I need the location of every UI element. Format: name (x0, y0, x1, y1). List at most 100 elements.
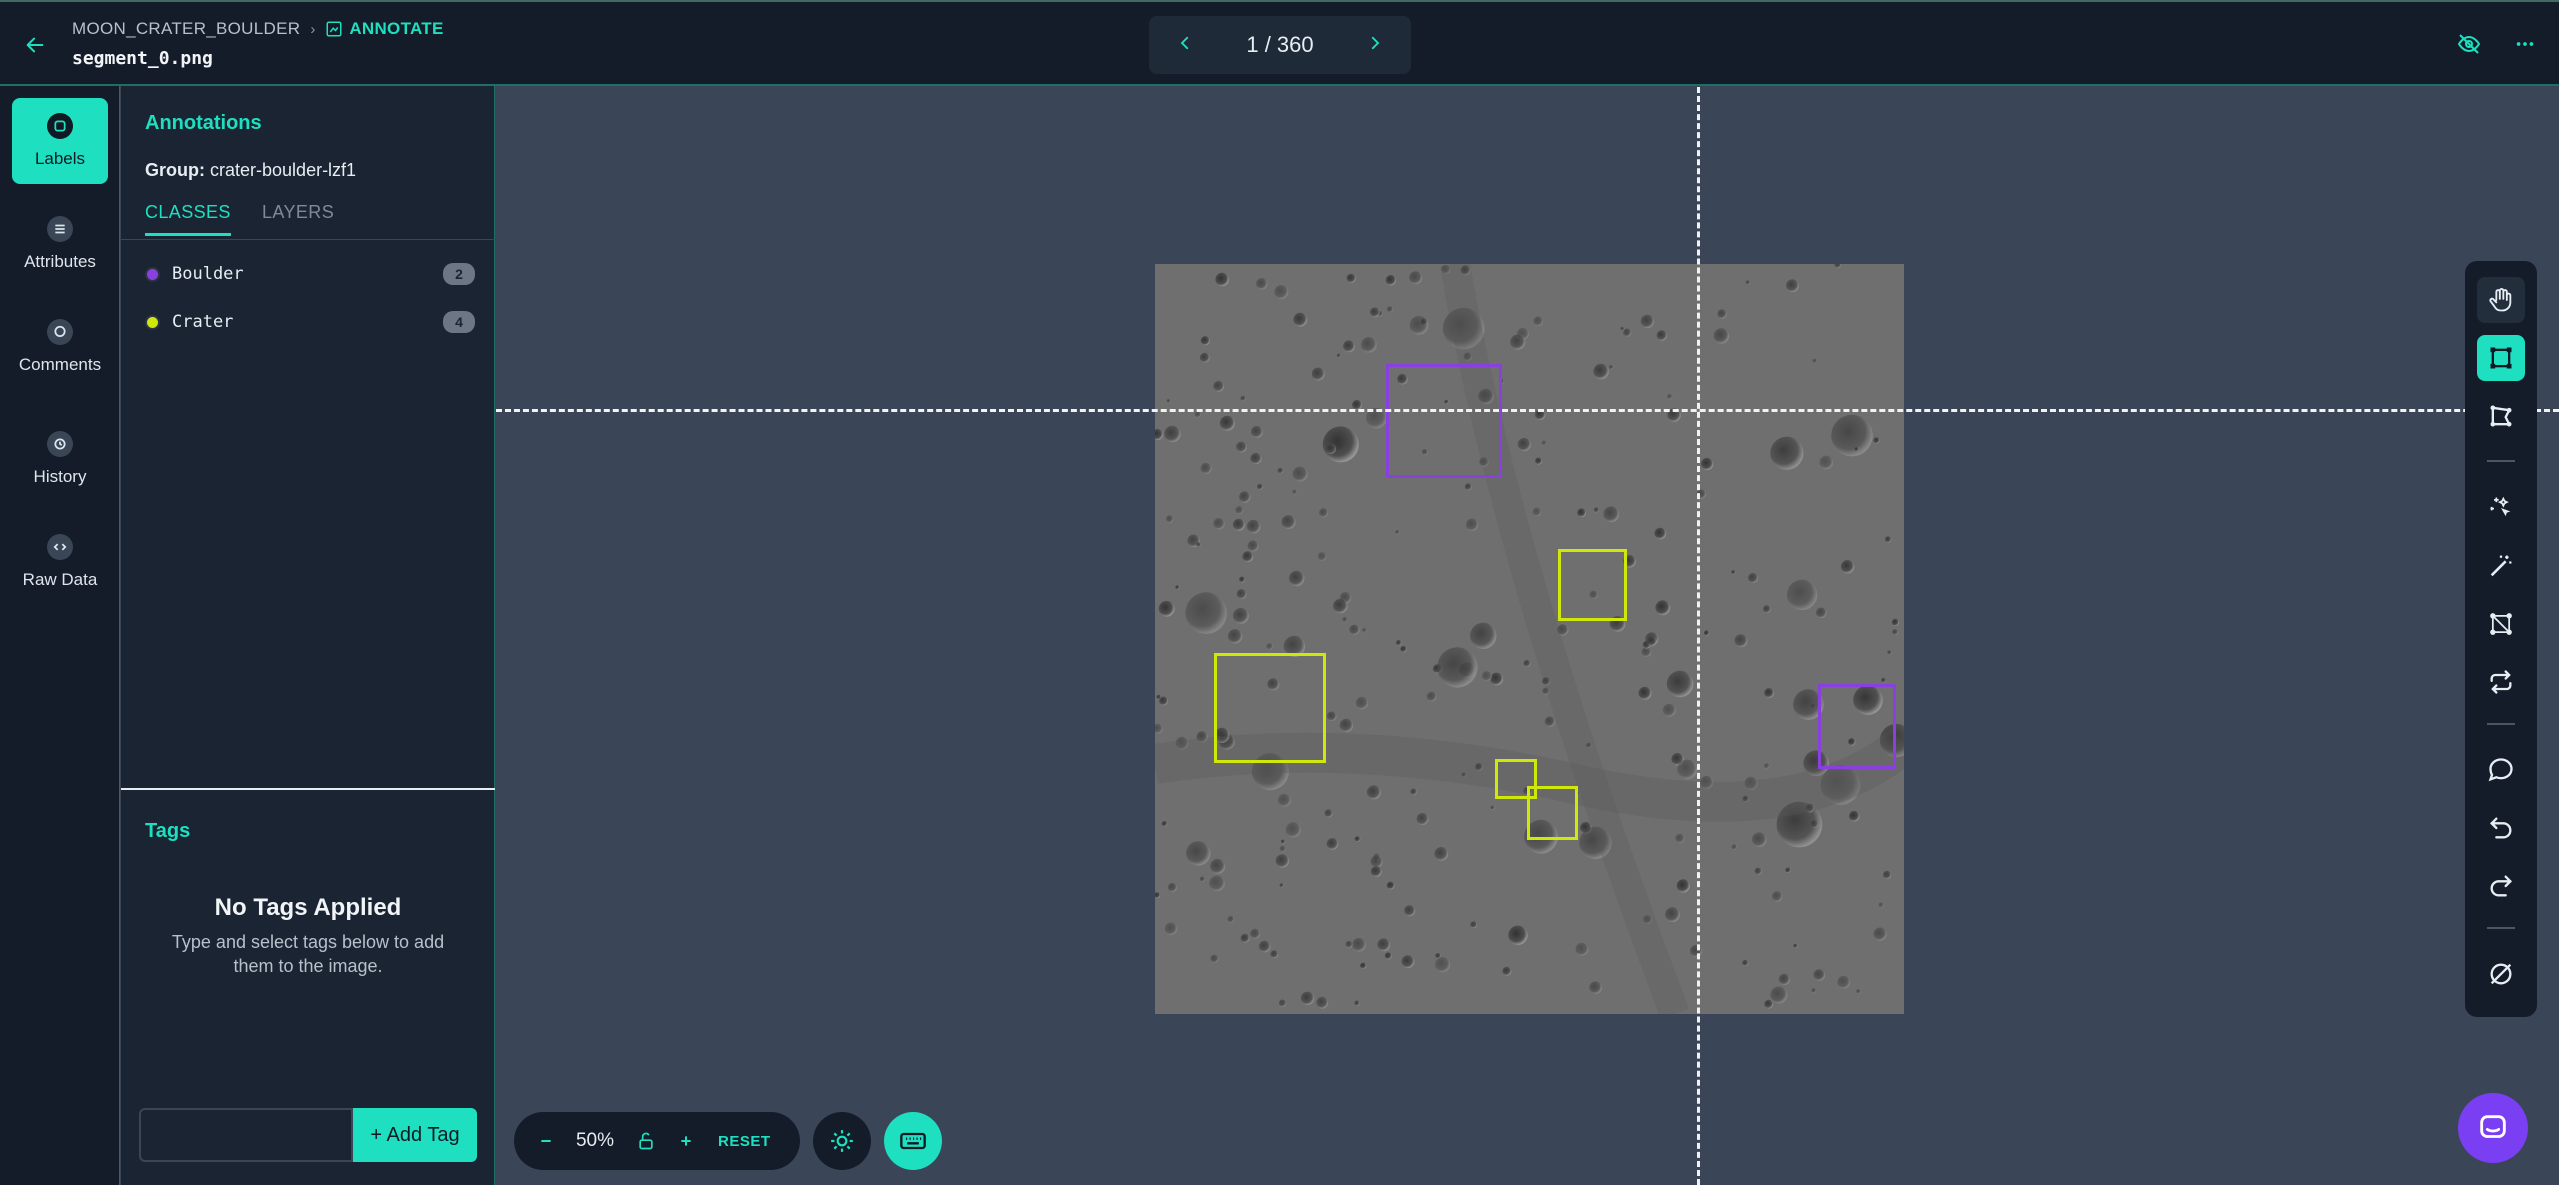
class-color-dot (145, 314, 160, 330)
null-icon (2490, 963, 2512, 985)
tag-input[interactable] (139, 1108, 353, 1162)
repeat-icon (2490, 670, 2512, 694)
hide-annotations-button[interactable] (2455, 30, 2483, 58)
tab-layers[interactable]: LAYERS (262, 202, 334, 233)
eye-off-icon (2457, 34, 2481, 54)
null-annotation-button[interactable] (2477, 951, 2525, 997)
top-header: MOON_CRATER_BOULDER › ANNOTATE segment_0… (0, 0, 2559, 86)
crater-texture-spot (1435, 957, 1451, 973)
bbox-crater[interactable] (1527, 786, 1578, 840)
zoom-level: 50% (575, 1130, 615, 1151)
crater-texture-spot (1470, 921, 1478, 929)
comment-icon (2488, 758, 2513, 782)
smart-select-tool-button[interactable] (2477, 485, 2525, 531)
comment-tool-button[interactable] (2477, 747, 2525, 793)
redo-button[interactable] (2477, 863, 2525, 909)
crater-texture-spot (1508, 925, 1528, 945)
undo-button[interactable] (2477, 805, 2525, 851)
lunar-surface-image[interactable] (1155, 264, 1904, 1014)
crater-texture-spot (1873, 437, 1880, 444)
crater-texture-spot (1240, 933, 1250, 943)
rail-item-comments[interactable]: Comments (12, 304, 108, 390)
bbox-crater[interactable] (1214, 653, 1326, 763)
toolbar-divider (2487, 723, 2515, 725)
crater-texture-spot (1410, 788, 1417, 796)
pan-tool-button[interactable] (2477, 277, 2525, 323)
crater-texture-spot (1289, 570, 1305, 587)
crater-texture-spot (1409, 315, 1429, 335)
list-icon (47, 216, 73, 242)
crater-texture-spot (1523, 659, 1531, 667)
class-count-badge: 2 (443, 263, 475, 285)
group-label: Group: (145, 160, 205, 180)
bbox-boulder[interactable] (1386, 364, 1502, 478)
zoom-reset-button[interactable]: RESET (718, 1133, 771, 1150)
crater-texture-spot (1194, 411, 1201, 418)
crater-texture-spot (1275, 854, 1290, 868)
prev-image-button[interactable] (1173, 32, 1197, 58)
crater-texture-spot (1293, 312, 1308, 327)
breadcrumb-project[interactable]: MOON_CRATER_BOULDER (72, 19, 300, 39)
crater-texture-spot (1464, 483, 1472, 491)
crater-texture-spot (1810, 819, 1819, 829)
crater-texture-spot (1324, 809, 1333, 818)
next-image-button[interactable] (1363, 32, 1387, 58)
bbox-crater[interactable] (1558, 549, 1627, 621)
crater-texture-spot (1164, 425, 1181, 443)
more-options-button[interactable] (2511, 30, 2539, 58)
code-icon (47, 534, 73, 560)
crater-texture-spot (1384, 952, 1392, 960)
panel-title: Annotations (145, 112, 262, 134)
annotation-canvas[interactable] (496, 87, 2559, 1185)
zoom-in-button[interactable] (666, 1133, 706, 1149)
zoom-out-button[interactable] (528, 1133, 564, 1149)
crater-texture-spot (1360, 962, 1367, 969)
rail-item-history[interactable]: History (12, 416, 108, 502)
bbox-tool-button[interactable] (2477, 335, 2525, 381)
toolbar-divider (2487, 460, 2515, 462)
rail-item-attributes[interactable]: Attributes (12, 201, 108, 287)
rail-item-label: History (33, 467, 87, 486)
class-item-crater[interactable]: Crater 4 (145, 306, 475, 338)
rail-item-raw-data[interactable]: Raw Data (12, 519, 108, 605)
crater-texture-spot (1277, 793, 1291, 807)
crater-texture-spot (1465, 518, 1479, 531)
class-item-boulder[interactable]: Boulder 2 (145, 258, 475, 290)
polygon-icon (2490, 405, 2512, 427)
keypoint-tool-button[interactable] (2477, 601, 2525, 647)
header-actions (2455, 30, 2539, 58)
crater-texture-spot (1274, 285, 1289, 300)
brightness-button[interactable] (813, 1112, 871, 1170)
crater-texture-spot (1437, 647, 1478, 688)
crater-texture-spot (1764, 688, 1774, 698)
support-chat-button[interactable] (2458, 1093, 2528, 1163)
crater-texture-spot (1745, 280, 1750, 285)
crater-texture-spot (1386, 881, 1395, 890)
magic-wand-tool-button[interactable] (2477, 543, 2525, 589)
crater-texture-spot (1257, 483, 1263, 490)
convert-tool-button[interactable] (2477, 659, 2525, 705)
crater-texture-spot (1161, 821, 1168, 827)
back-button[interactable] (20, 30, 50, 60)
zoom-lock-button[interactable] (626, 1131, 666, 1151)
crater-texture-spot (1638, 686, 1652, 700)
crater-texture-spot (1786, 579, 1818, 611)
crater-texture-spot (1345, 940, 1353, 948)
crater-texture-spot (1535, 457, 1543, 465)
crater-texture-spot (1250, 453, 1262, 465)
add-tag-button[interactable]: + Add Tag (353, 1108, 477, 1162)
crater-texture-spot (1349, 624, 1360, 635)
crater-texture-spot (1785, 867, 1791, 873)
crater-texture-spot (1490, 805, 1495, 810)
crater-texture-spot (1763, 605, 1771, 613)
bbox-boulder[interactable] (1818, 684, 1896, 769)
polygon-tool-button[interactable] (2477, 393, 2525, 439)
crater-texture-spot (1361, 337, 1377, 353)
crater-texture-spot (1416, 813, 1429, 825)
crater-texture-spot (1285, 822, 1301, 838)
crater-texture-spot (1370, 855, 1383, 868)
sun-icon (831, 1130, 853, 1152)
keyboard-shortcuts-button[interactable] (884, 1112, 942, 1170)
tab-classes[interactable]: CLASSES (145, 202, 231, 236)
rail-item-labels[interactable]: Labels (12, 98, 108, 184)
